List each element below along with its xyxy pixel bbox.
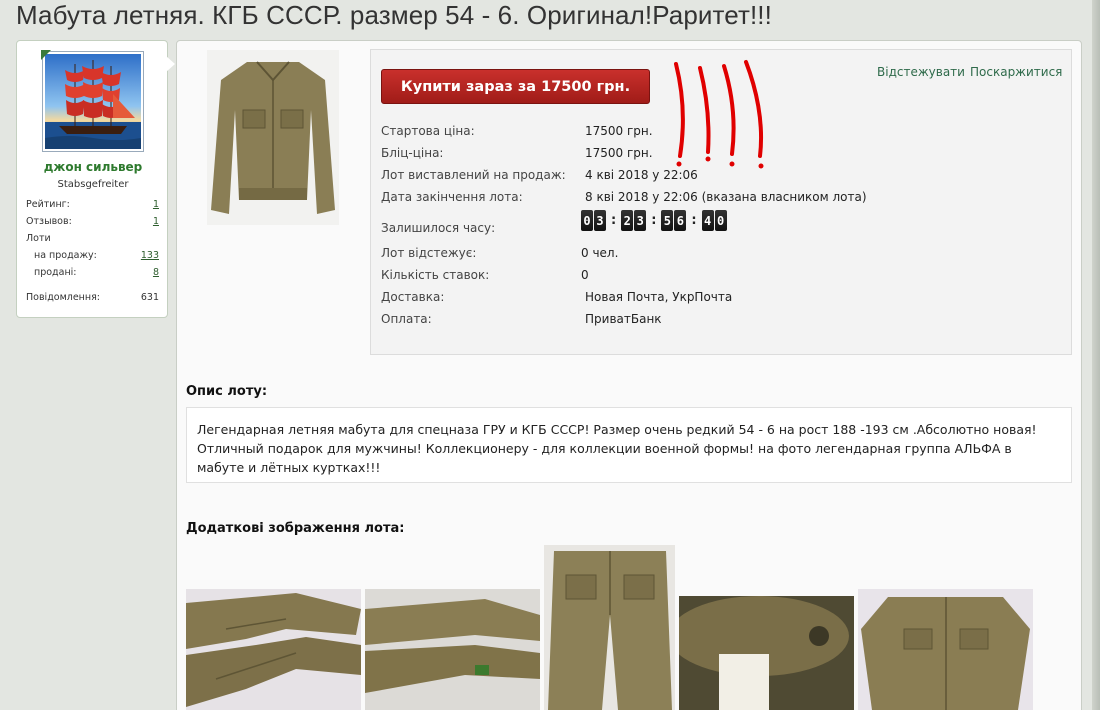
seller-name[interactable]: джон сильвер: [17, 160, 169, 174]
stat-sold-value[interactable]: 8: [153, 267, 159, 278]
jacket-photo: [207, 50, 339, 225]
stat-rating-value[interactable]: 1: [153, 199, 159, 210]
bids-value: 0: [581, 268, 589, 282]
stat-sold-label: продані:: [34, 267, 77, 278]
stat-lots-label: Лоти: [26, 233, 51, 244]
timer-separator: :: [651, 213, 657, 228]
description-heading: Опис лоту:: [186, 384, 268, 399]
timer-hours-tens: 2: [621, 210, 634, 231]
blitz-price-label: Бліц-ціна:: [381, 146, 444, 160]
sailing-ship-image: [45, 54, 141, 149]
timer-seconds-ones: 0: [714, 210, 727, 231]
watchers-label: Лот відстежує:: [381, 246, 477, 260]
stat-reviews-value[interactable]: 1: [153, 216, 159, 227]
extra-image-1[interactable]: [186, 589, 361, 710]
payment-value: ПриватБанк: [585, 312, 662, 326]
timer-hours-ones: 3: [634, 210, 647, 231]
blitz-price-value: 17500 грн.: [585, 146, 653, 160]
stat-rating: Рейтинг: 1: [26, 199, 159, 210]
delivery-value: Новая Почта, УкрПочта: [585, 290, 733, 304]
extra-image-3[interactable]: [544, 545, 675, 710]
page-title: Мабута летняя. КГБ СССР. размер 54 - 6. …: [16, 0, 772, 30]
start-price-value: 17500 грн.: [585, 124, 653, 138]
listed-date-value: 4 кві 2018 у 22:06: [585, 168, 698, 182]
seller-rank: Stabsgefreiter: [57, 179, 129, 190]
trousers-back-photo: [544, 545, 675, 710]
timer-separator: :: [611, 213, 617, 228]
stat-lots: Лоти: [26, 233, 159, 244]
end-date-value: 8 кві 2018 у 22:06 (вказана власником ло…: [585, 190, 867, 204]
extra-images-heading: Додаткові зображення лота:: [186, 521, 405, 536]
start-price-label: Стартова ціна:: [381, 124, 475, 138]
buy-now-button[interactable]: Купити зараз за 17500 грн.: [381, 69, 650, 104]
seller-avatar[interactable]: [42, 51, 144, 152]
timer-days-ones: 3: [594, 210, 606, 231]
window-edge: [1092, 0, 1100, 710]
lot-main-image[interactable]: [207, 50, 339, 225]
online-marker: [41, 50, 51, 60]
description-text: Легендарная летняя мабута для спецназа Г…: [197, 422, 1037, 475]
annotation-marks: [674, 60, 764, 169]
jacket-photo: [858, 589, 1033, 710]
delivery-label: Доставка:: [381, 290, 445, 304]
countdown-timer: 0 3 : 2 3 : 5 6 : 4 0: [581, 210, 728, 231]
watchers-value: 0 чел.: [581, 246, 619, 260]
trousers-photo: [186, 589, 361, 710]
stat-on-sale-label: на продажу:: [34, 250, 97, 261]
stat-rating-label: Рейтинг:: [26, 199, 70, 210]
trousers-photo: [365, 589, 540, 710]
timer-minutes-tens: 5: [661, 210, 674, 231]
timer-minutes-ones: 6: [674, 210, 687, 231]
stat-reviews-label: Отзывов:: [26, 216, 72, 227]
stat-reviews: Отзывов: 1: [26, 216, 159, 227]
label-closeup-photo: [679, 596, 854, 710]
stat-on-sale-value[interactable]: 133: [141, 250, 159, 261]
description-box: Легендарная летняя мабута для спецназа Г…: [186, 407, 1072, 483]
timer-seconds-tens: 4: [701, 210, 714, 231]
extra-image-5[interactable]: [858, 589, 1033, 710]
bids-label: Кількість ставок:: [381, 268, 490, 282]
card-pointer: [166, 56, 175, 72]
extra-image-2[interactable]: [365, 589, 540, 710]
timer-separator: :: [691, 213, 697, 228]
listed-date-label: Лот виставлений на продаж:: [381, 168, 566, 182]
stat-messages: Повідомлення: 631: [26, 292, 159, 303]
stat-messages-label: Повідомлення:: [26, 292, 100, 303]
watch-link[interactable]: Відстежувати: [877, 65, 965, 79]
seller-card: джон сильвер Stabsgefreiter Рейтинг: 1 О…: [16, 40, 168, 318]
payment-label: Оплата:: [381, 312, 432, 326]
extra-image-4[interactable]: [679, 596, 854, 710]
stat-sold: продані: 8: [34, 267, 159, 278]
stat-messages-value: 631: [140, 292, 159, 303]
stat-on-sale: на продажу: 133: [34, 250, 159, 261]
time-left-label: Залишилося часу:: [381, 221, 496, 235]
end-date-label: Дата закінчення лота:: [381, 190, 523, 204]
timer-days-tens: 0: [581, 210, 593, 231]
complain-link[interactable]: Поскаржитися: [970, 65, 1062, 79]
